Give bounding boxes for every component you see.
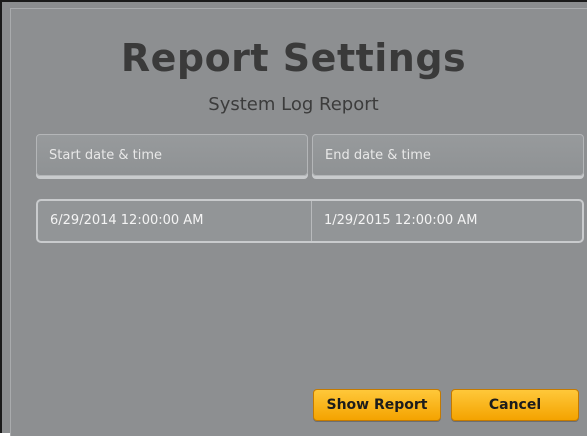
show-report-button[interactable]: Show Report [313,389,441,421]
start-date-field[interactable]: 6/29/2014 12:00:00 AM [38,201,312,241]
start-date-header: Start date & time [36,134,308,176]
end-date-field[interactable]: 1/29/2015 12:00:00 AM [312,201,582,241]
cancel-button[interactable]: Cancel [451,389,579,421]
end-date-header: End date & time [312,134,584,176]
date-range-row[interactable]: 6/29/2014 12:00:00 AM 1/29/2015 12:00:00… [36,199,584,243]
page-subtitle: System Log Report [208,94,379,115]
date-header-row: Start date & time End date & time [36,134,584,180]
page-title: Report Settings [120,36,467,80]
